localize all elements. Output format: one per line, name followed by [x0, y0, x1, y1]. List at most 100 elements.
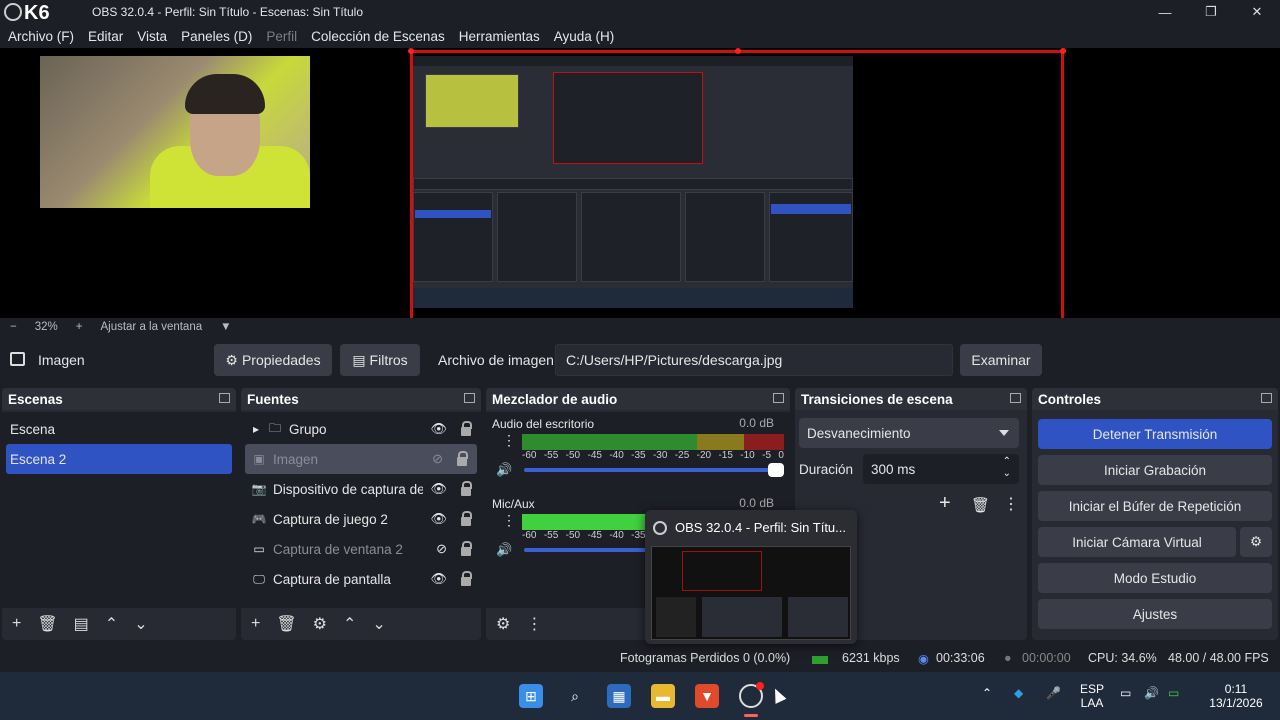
trash-icon[interactable]: 🗑 [37, 614, 57, 634]
volume-icon[interactable]: 🔊 [1144, 686, 1159, 700]
speaker-icon[interactable]: 🔊 [496, 462, 512, 478]
lock-icon[interactable] [461, 541, 472, 556]
microphone-icon[interactable]: 🎤 [1046, 686, 1061, 700]
menu-editar[interactable]: Editar [88, 29, 123, 44]
store-icon[interactable]: ▦ [607, 684, 631, 708]
add-icon[interactable]: + [939, 492, 951, 515]
file-explorer-icon[interactable]: ▬ [651, 684, 675, 708]
replay-buffer-button[interactable]: Iniciar el Búfer de Repetición [1038, 491, 1272, 521]
browse-button[interactable]: Examinar [960, 344, 1042, 376]
brave-browser-icon[interactable]: ▼ [695, 684, 719, 708]
start-menu-icon[interactable]: ⊞ [519, 684, 543, 708]
source-item[interactable]: 🎮 Captura de juego 2 👁 [241, 504, 481, 534]
scene-item-selected[interactable]: Escena 2 [6, 444, 232, 474]
more-icon[interactable]: ⋮ [1003, 494, 1019, 514]
lock-icon[interactable] [461, 481, 472, 496]
close-icon[interactable]: ✕ [1234, 0, 1280, 24]
float-dock-icon[interactable] [219, 393, 230, 403]
tray-overflow-icon[interactable]: ⌃ [982, 686, 992, 700]
taskbar: ⊞ ⌕ ▦ ▬ ▼ ⌃ ◆ 🎤 ESP LAA ▭ 🔊 ▭ 0:11 13/1/… [0, 672, 1280, 720]
source-item-selected[interactable]: ▣ Imagen ⊘ [245, 444, 477, 474]
menu-bar: Archivo (F) Editar Vista Paneles (D) Per… [0, 24, 1280, 48]
eye-icon[interactable]: 👁 [430, 421, 447, 437]
float-dock-icon[interactable] [773, 393, 784, 403]
virtual-camera-settings[interactable]: ⚙ [1240, 527, 1272, 557]
menu-paneles[interactable]: Paneles (D) [181, 29, 252, 44]
more-icon[interactable]: ⋮ [526, 614, 542, 634]
maximize-icon[interactable]: ❐ [1188, 0, 1234, 24]
eye-icon[interactable]: 👁 [430, 481, 447, 497]
source-item[interactable]: ▸ 🗀 Grupo 👁 [241, 414, 481, 444]
lock-icon[interactable] [461, 571, 472, 586]
language-indicator[interactable]: ESP LAA [1080, 682, 1104, 710]
chevron-down-icon[interactable]: ▼ [220, 321, 231, 333]
source-item[interactable]: ▭ Captura de ventana 2 ⊘ [241, 534, 481, 564]
lock-icon[interactable] [461, 511, 472, 526]
minimize-icon[interactable]: — [1142, 0, 1188, 24]
menu-herramientas[interactable]: Herramientas [459, 29, 540, 44]
zoom-in-button[interactable]: + [76, 321, 83, 333]
defender-icon[interactable]: ◆ [1014, 686, 1023, 700]
transition-select[interactable]: Desvanecimiento [799, 418, 1019, 448]
fit-to-window[interactable]: Ajustar a la ventana [100, 321, 202, 333]
network-icon[interactable]: ▭ [1120, 686, 1131, 700]
lock-icon[interactable] [457, 451, 468, 466]
source-item[interactable]: 🖵 Captura de pantalla 👁 [241, 564, 481, 594]
image-path-field[interactable]: C:/Users/HP/Pictures/descarga.jpg [555, 344, 953, 376]
menu-ayuda[interactable]: Ayuda (H) [554, 29, 615, 44]
add-icon[interactable]: + [251, 615, 260, 633]
more-icon[interactable]: ⋮ [502, 512, 516, 529]
lock-icon[interactable] [461, 421, 472, 436]
move-down-icon[interactable]: ⌄ [134, 614, 147, 634]
dropped-frames: Fotogramas Perdidos 0 (0.0%) [620, 651, 791, 665]
menu-perfil[interactable]: Perfil [266, 29, 297, 44]
source-item[interactable]: 📷 Dispositivo de captura de vídeo 👁 [241, 474, 481, 504]
more-icon[interactable]: ⋮ [502, 432, 516, 449]
clock[interactable]: 0:11 13/1/2026 [1206, 682, 1266, 710]
preview-canvas[interactable] [0, 48, 1280, 318]
bitrate: 6231 kbps [842, 651, 900, 665]
add-icon[interactable]: + [12, 615, 21, 633]
gear-icon[interactable]: ⚙ [313, 614, 327, 634]
eye-hidden-icon[interactable]: ⊘ [432, 451, 443, 467]
float-dock-icon[interactable] [464, 393, 475, 403]
studio-mode-button[interactable]: Modo Estudio [1038, 563, 1272, 593]
advanced-audio-icon[interactable]: ⚙ [496, 614, 510, 634]
settings-button[interactable]: Ajustes [1038, 599, 1272, 629]
eye-hidden-icon[interactable]: ⊘ [436, 541, 447, 557]
move-up-icon[interactable]: ⌃ [343, 614, 356, 634]
search-icon[interactable]: ⌕ [563, 684, 587, 708]
filter-icon: ▤ [352, 351, 366, 368]
spin-down-icon[interactable]: ⌄ [1003, 468, 1011, 479]
menu-vista[interactable]: Vista [137, 29, 167, 44]
virtual-camera-button[interactable]: Iniciar Cámara Virtual [1038, 527, 1236, 557]
trash-icon[interactable]: 🗑 [971, 496, 990, 514]
menu-archivo[interactable]: Archivo (F) [8, 29, 74, 44]
chevron-down-icon [999, 430, 1009, 436]
float-dock-icon[interactable] [1261, 393, 1272, 403]
taskbar-preview-popup[interactable]: OBS 32.0.4 - Perfil: Sin Títu... [645, 510, 857, 644]
speaker-icon[interactable]: 🔊 [496, 542, 512, 558]
stop-stream-button[interactable]: Detener Transmisión [1038, 419, 1272, 449]
zoom-out-button[interactable]: − [10, 321, 17, 333]
float-dock-icon[interactable] [1010, 393, 1021, 403]
scene-item[interactable]: Escena [2, 414, 236, 444]
spin-up-icon[interactable]: ⌃ [1003, 456, 1011, 467]
filters-button[interactable]: ▤ Filtros [340, 344, 420, 376]
trash-icon[interactable]: 🗑 [276, 614, 296, 634]
move-down-icon[interactable]: ⌄ [372, 614, 385, 634]
duration-field[interactable]: 300 ms ⌃ ⌄ [863, 454, 1019, 484]
channel-name: Mic/Aux [492, 497, 535, 511]
properties-button[interactable]: ⚙ Propiedades [214, 344, 332, 376]
menu-coleccion[interactable]: Colección de Escenas [311, 29, 445, 44]
eye-icon[interactable]: 👁 [430, 511, 447, 527]
expand-icon[interactable]: ▸ [251, 422, 261, 436]
scene-filters-icon[interactable]: ▤ [74, 614, 89, 634]
start-recording-button[interactable]: Iniciar Grabación [1038, 455, 1272, 485]
eye-icon[interactable]: 👁 [430, 571, 447, 587]
battery-icon[interactable]: ▭ [1168, 686, 1179, 700]
move-up-icon[interactable]: ⌃ [105, 614, 118, 634]
volume-slider[interactable] [524, 463, 784, 477]
active-app-indicator [744, 714, 758, 717]
channel-name: Audio del escritorio [492, 417, 595, 431]
